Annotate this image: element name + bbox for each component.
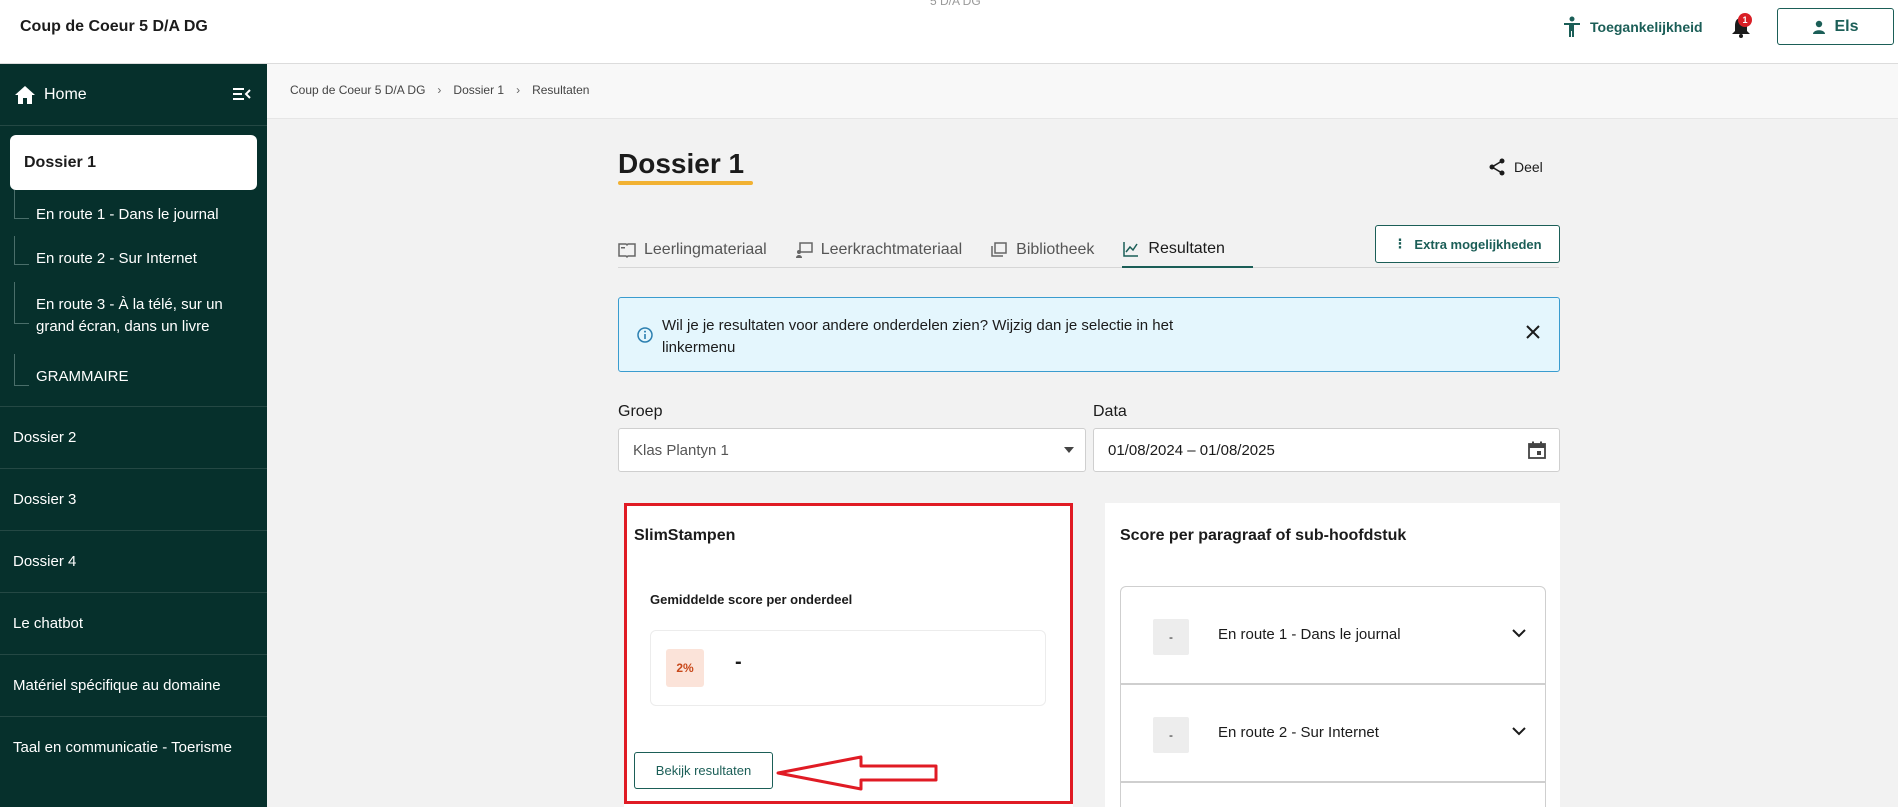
sidebar-item-dossier-4[interactable]: Dossier 4 xyxy=(0,530,267,592)
accordion-item[interactable]: - En route 2 - Sur Internet xyxy=(1120,684,1546,782)
user-icon xyxy=(1813,20,1826,34)
chevron-down-icon xyxy=(1512,629,1526,638)
breadcrumb-item-course[interactable]: Coup de Coeur 5 D/A DG xyxy=(290,83,425,97)
tab-leerlingmateriaal[interactable]: Leerlingmateriaal xyxy=(618,232,795,268)
chevron-right-icon: › xyxy=(437,83,442,97)
share-icon xyxy=(1489,158,1505,176)
tab-label: Leerlingmateriaal xyxy=(644,241,767,258)
extra-options-label: Extra mogelijkheden xyxy=(1414,236,1542,252)
teacher-icon xyxy=(795,242,813,258)
sidebar-subitem-en-route-2[interactable]: En route 2 - Sur Internet xyxy=(0,236,267,282)
score-badge: - xyxy=(1153,619,1189,655)
accessibility-icon xyxy=(1564,16,1580,37)
tab-label: Leerkrachtmateriaal xyxy=(820,241,963,258)
breadcrumb-item-resultaten: Resultaten xyxy=(532,83,590,97)
accessibility-link[interactable]: Toegankelijkheid xyxy=(1562,16,1703,38)
accordion-item[interactable] xyxy=(1120,782,1546,807)
accordion-label: En route 2 - Sur Internet xyxy=(1218,724,1379,741)
caret-down-icon xyxy=(1064,447,1074,453)
score-badge: - xyxy=(1153,717,1189,753)
chevron-right-icon: › xyxy=(516,83,521,97)
info-icon xyxy=(637,327,653,343)
sidebar-item-chatbot[interactable]: Le chatbot xyxy=(0,592,267,654)
breadcrumb-item-dossier[interactable]: Dossier 1 xyxy=(453,83,504,97)
user-menu-button[interactable]: Els xyxy=(1777,8,1894,45)
app-brand[interactable]: Coup de Coeur 5 D/A DG xyxy=(20,18,208,36)
accessibility-label: Toegankelijkheid xyxy=(1590,19,1703,35)
chart-line-icon xyxy=(1123,242,1139,257)
sidebar-home[interactable]: Home xyxy=(0,64,267,126)
page-title: Dossier 1 xyxy=(618,148,745,179)
date-label: Data xyxy=(1093,403,1127,420)
title-underline xyxy=(618,181,753,185)
tab-label: Resultaten xyxy=(1148,240,1225,257)
header-subtitle: 5 D/A DG xyxy=(930,0,981,8)
accordion-label: En route 1 - Dans le journal xyxy=(1218,626,1401,643)
home-icon xyxy=(15,85,35,104)
sidebar-subitem-en-route-1[interactable]: En route 1 - Dans le journal xyxy=(0,190,267,236)
sidebar-item-materiel[interactable]: Matériel spécifique au domaine xyxy=(0,654,267,716)
tab-label: Bibliotheek xyxy=(1016,241,1095,258)
info-banner: Wil je je resultaten voor andere onderde… xyxy=(618,297,1560,372)
sidebar-item-dossier-3[interactable]: Dossier 3 xyxy=(0,468,267,530)
tab-leerkrachtmateriaal[interactable]: Leerkrachtmateriaal xyxy=(795,232,990,268)
top-bar: Coup de Coeur 5 D/A DG 5 D/A DG Toeganke… xyxy=(0,0,1898,64)
group-label: Groep xyxy=(618,403,663,420)
sidebar-subitem-en-route-3[interactable]: En route 3 - À la télé, sur un grand écr… xyxy=(0,282,240,354)
date-value: 01/08/2024 – 01/08/2025 xyxy=(1108,441,1275,459)
notification-badge: 1 xyxy=(1738,13,1752,27)
user-name: Els xyxy=(1834,17,1859,35)
share-button[interactable]: Deel xyxy=(1488,158,1543,176)
annotation-arrow-icon xyxy=(776,755,938,791)
sidebar-item-toerisme[interactable]: Taal en communicatie - Toerisme xyxy=(0,716,267,778)
group-value: Klas Plantyn 1 xyxy=(633,441,729,459)
info-text: Wil je je resultaten voor andere onderde… xyxy=(662,317,1174,356)
breadcrumb: Coup de Coeur 5 D/A DG › Dossier 1 › Res… xyxy=(290,83,589,97)
tab-resultaten[interactable]: Resultaten xyxy=(1122,232,1253,268)
share-label: Deel xyxy=(1514,159,1543,175)
home-label: Home xyxy=(44,85,87,103)
extra-options-button[interactable]: ⋮ Extra mogelijkheden xyxy=(1375,225,1560,263)
calendar-icon[interactable] xyxy=(1527,440,1547,460)
accordion-item[interactable]: - En route 1 - Dans le journal xyxy=(1120,586,1546,684)
group-select[interactable]: Klas Plantyn 1 xyxy=(618,428,1086,472)
collapse-menu-icon[interactable] xyxy=(233,86,251,102)
date-range-input[interactable]: 01/08/2024 – 01/08/2025 xyxy=(1093,428,1560,472)
sidebar-subitem-grammaire[interactable]: GRAMMAIRE xyxy=(0,354,267,406)
tab-bibliotheek[interactable]: Bibliotheek xyxy=(990,232,1122,268)
paragraph-score-title: Score per paragraaf of sub-hoofdstuk xyxy=(1120,527,1407,544)
book-icon xyxy=(618,243,636,259)
library-icon xyxy=(991,242,1007,257)
more-vertical-icon: ⋮ xyxy=(1393,236,1407,251)
sidebar-item-dossier-2[interactable]: Dossier 2 xyxy=(0,406,267,468)
sidebar: Home Dossier 1 En route 1 - Dans le jour… xyxy=(0,64,267,807)
sidebar-item-dossier-1[interactable]: Dossier 1 xyxy=(10,135,257,190)
chevron-down-icon xyxy=(1512,727,1526,736)
close-icon[interactable] xyxy=(1525,324,1541,340)
